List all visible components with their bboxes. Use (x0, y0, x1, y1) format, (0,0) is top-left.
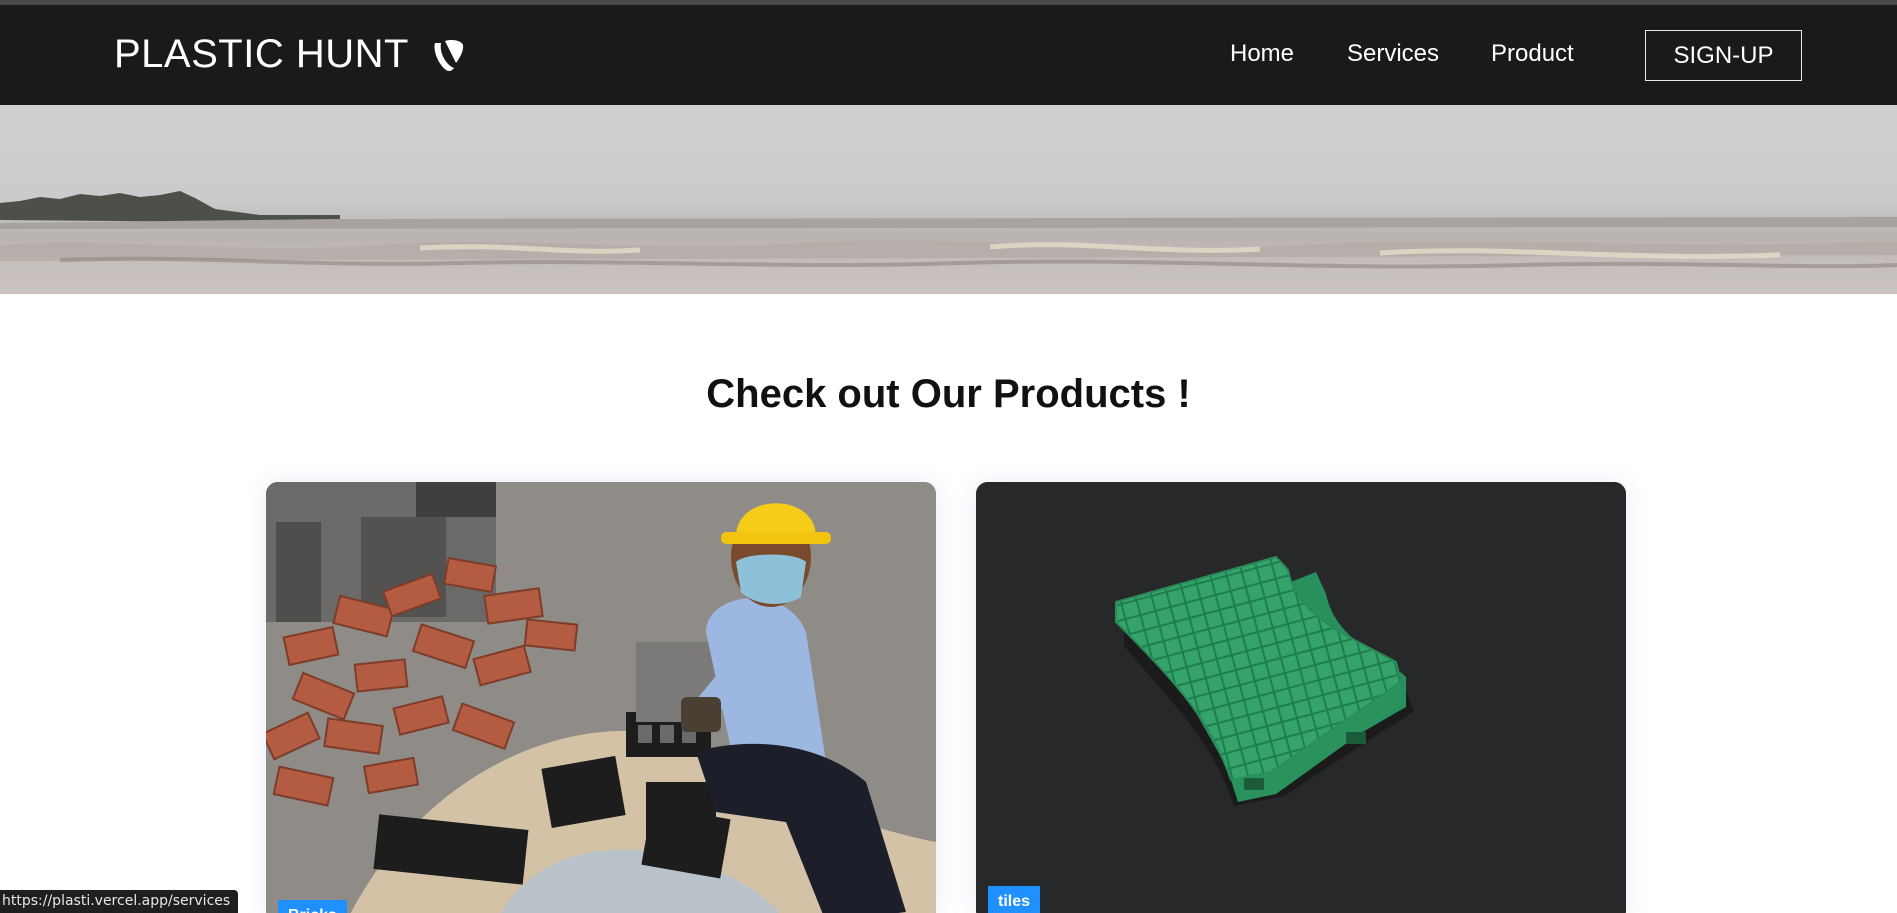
product-tag-bricks: Bricks (278, 900, 347, 913)
nav-services-link[interactable]: Services (1347, 40, 1439, 68)
worker-with-bricks-photo (266, 482, 936, 913)
hero-beach-banner (0, 105, 1897, 294)
nav-home-link[interactable]: Home (1230, 40, 1294, 68)
nav-product-link[interactable]: Product (1491, 40, 1574, 68)
brand-name: PLASTIC HUNT (114, 32, 409, 76)
products-heading: Check out Our Products ! (706, 372, 1191, 416)
green-plastic-tile-photo (976, 482, 1626, 913)
link-status-url: https://plasti.vercel.app/services (0, 890, 239, 913)
brand[interactable]: PLASTIC HUNT (114, 32, 467, 77)
signup-button[interactable]: SIGN-UP (1645, 30, 1802, 81)
product-card-bricks[interactable]: Bricks (266, 482, 936, 913)
navbar: PLASTIC HUNT Home Services Product SIGN-… (0, 5, 1897, 105)
typo3-icon (429, 37, 467, 73)
product-tag-tiles: tiles (988, 886, 1041, 913)
product-card-tiles[interactable]: tiles (976, 482, 1626, 913)
